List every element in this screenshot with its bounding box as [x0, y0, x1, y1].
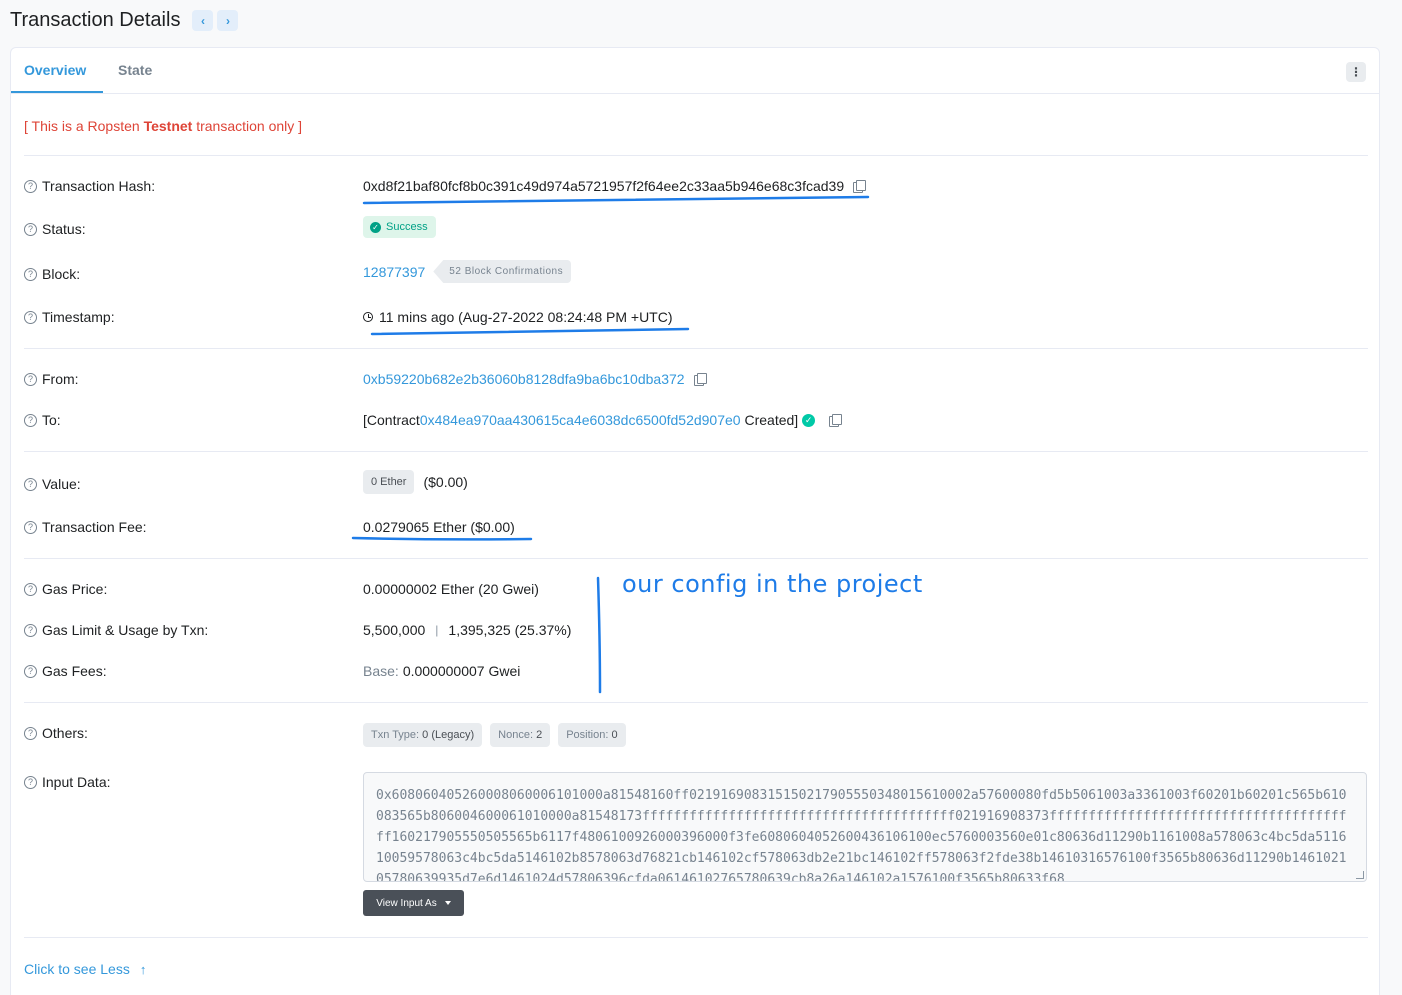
annotation-overlay — [351, 195, 870, 694]
annotation-text: our config in the project — [622, 570, 923, 598]
hash-underline — [362, 195, 870, 205]
gas-bracket-line — [596, 576, 602, 694]
timestamp-underline — [370, 327, 690, 336]
fee-underline — [351, 536, 533, 541]
